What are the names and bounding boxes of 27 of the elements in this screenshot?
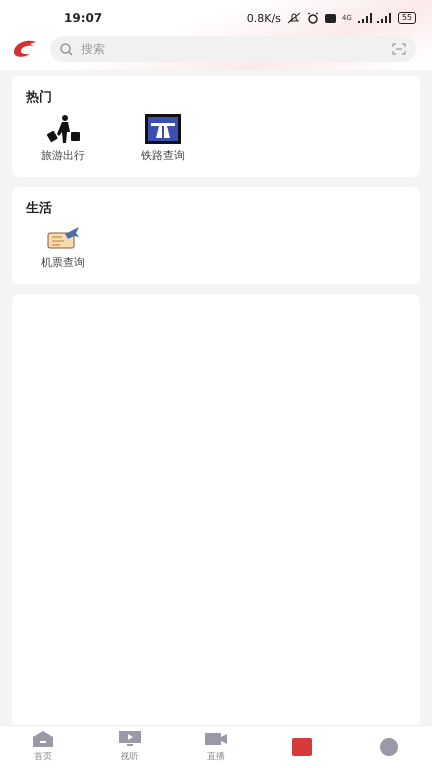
circle-icon [380,738,398,756]
service-link[interactable]: 铁路查询 [141,148,185,163]
tv-play-icon [118,731,141,747]
network-speed: 0.8K/s [246,12,281,24]
plane-ticket-icon [45,225,81,251]
service-link[interactable]: 机票查询 [41,255,85,270]
muted-bell-icon [286,12,301,24]
section-title: 生活 [26,200,53,217]
scan-icon[interactable] [392,43,406,55]
tab-label[interactable]: 直播 [207,750,226,763]
search-icon [60,42,73,56]
signal-icon [358,13,392,23]
tab-label[interactable]: 首页 [34,750,52,763]
search-field[interactable]: 搜索 [79,41,386,57]
tab-label[interactable]: 视听 [120,750,139,763]
traveler-with-luggage-icon [45,114,81,144]
clock-time: 19:07 [64,11,102,25]
highway-sign-icon [145,114,181,144]
square-icon [292,738,312,756]
service-link[interactable]: 旅游出行 [41,148,85,163]
alarm-clock-icon [306,12,319,24]
logo-icon [12,40,38,58]
battery-level: 55 [398,12,416,24]
video-camera-icon [205,731,228,747]
home-icon [33,731,54,747]
search-bar[interactable]: 搜索 [50,36,416,62]
section-title: 热门 [26,88,53,106]
